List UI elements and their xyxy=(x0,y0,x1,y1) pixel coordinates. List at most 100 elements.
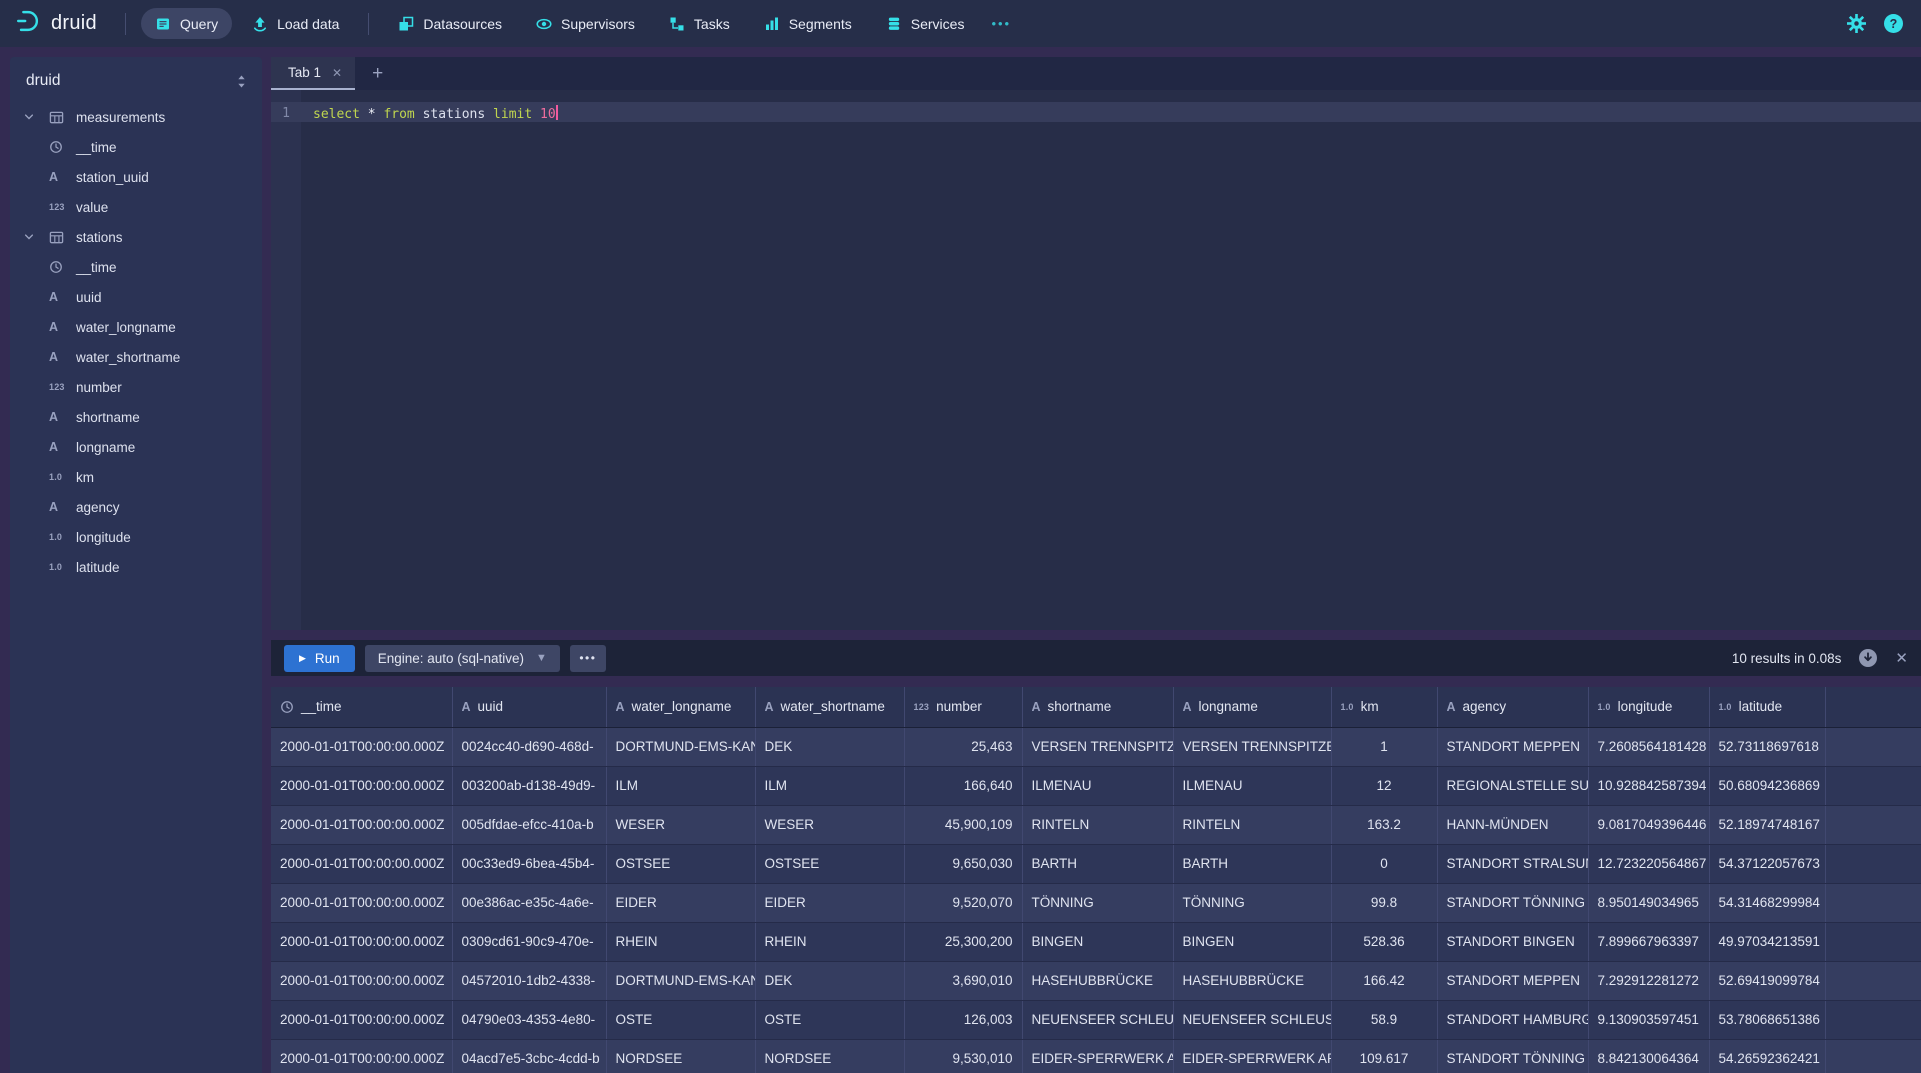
cell[interactable]: DEK xyxy=(755,727,904,766)
cell[interactable]: ILM xyxy=(606,766,755,805)
settings-gear-icon[interactable] xyxy=(1847,14,1866,33)
cell[interactable]: 3,690,010 xyxy=(904,961,1022,1000)
cell[interactable]: 2000-01-01T00:00:00.000Z xyxy=(271,922,452,961)
cell[interactable]: NEUENSEER SCHLEUSE xyxy=(1022,1000,1173,1039)
cell[interactable]: 53.78068651386 xyxy=(1709,1000,1825,1039)
cell[interactable]: TÖNNING xyxy=(1173,883,1331,922)
cell[interactable]: 9.130903597451 xyxy=(1588,1000,1709,1039)
cell[interactable]: 52.69419099784 xyxy=(1709,961,1825,1000)
download-icon[interactable] xyxy=(1858,648,1878,668)
cell[interactable]: DEK xyxy=(755,961,904,1000)
chevron-down-icon[interactable] xyxy=(23,111,49,123)
cell[interactable]: 7.2608564181428 xyxy=(1588,727,1709,766)
cell[interactable]: RINTELN xyxy=(1022,805,1173,844)
column-latitude[interactable]: 1.0latitude xyxy=(10,552,262,582)
nav-item-tasks[interactable]: Tasks xyxy=(655,8,744,39)
cell[interactable]: 0309cd61-90c9-470e- xyxy=(452,922,606,961)
tab-close-icon[interactable]: ✕ xyxy=(332,66,342,80)
cell[interactable]: VERSEN TRENNSPITZE xyxy=(1173,727,1331,766)
cell[interactable]: HASEHUBBRÜCKE xyxy=(1173,961,1331,1000)
cell[interactable]: 1 xyxy=(1331,727,1437,766)
cell[interactable]: 54.37122057673 xyxy=(1709,844,1825,883)
cell[interactable]: 9.0817049396446 xyxy=(1588,805,1709,844)
table-stations[interactable]: stations xyxy=(10,222,262,252)
cell[interactable]: 25,300,200 xyxy=(904,922,1022,961)
nav-item-segments[interactable]: Segments xyxy=(750,8,866,39)
cell[interactable]: STANDORT MEPPEN xyxy=(1437,727,1588,766)
cell[interactable]: 005dfdae-efcc-410a-b xyxy=(452,805,606,844)
cell[interactable]: 163.2 xyxy=(1331,805,1437,844)
cell[interactable]: NORDSEE xyxy=(755,1039,904,1073)
column-water_longname[interactable]: Awater_longname xyxy=(10,312,262,342)
column-shortname[interactable]: Ashortname xyxy=(10,402,262,432)
cell[interactable]: 8.842130064364 xyxy=(1588,1039,1709,1073)
cell[interactable]: EIDER xyxy=(606,883,755,922)
cell[interactable]: 7.899667963397 xyxy=(1588,922,1709,961)
column-value[interactable]: 123value xyxy=(10,192,262,222)
cell[interactable]: 52.73118697618 xyxy=(1709,727,1825,766)
cell[interactable]: RHEIN xyxy=(606,922,755,961)
column-longitude[interactable]: 1.0longitude xyxy=(10,522,262,552)
cell[interactable]: 9,520,070 xyxy=(904,883,1022,922)
cell[interactable]: DORTMUND-EMS-KANAL xyxy=(606,727,755,766)
nav-item-services[interactable]: Services xyxy=(872,8,979,39)
cell[interactable]: BARTH xyxy=(1173,844,1331,883)
cell[interactable]: STANDORT STRALSUND xyxy=(1437,844,1588,883)
cell[interactable]: 166.42 xyxy=(1331,961,1437,1000)
druid-logo[interactable]: druid xyxy=(14,7,97,40)
cell[interactable]: WESER xyxy=(606,805,755,844)
cell[interactable]: 7.292912281272 xyxy=(1588,961,1709,1000)
cell[interactable]: EIDER-SPERRWERK AP xyxy=(1022,1039,1173,1073)
cell[interactable]: HASEHUBBRÜCKE xyxy=(1022,961,1173,1000)
run-button[interactable]: ▶ Run xyxy=(284,645,355,672)
sql-editor[interactable]: 1 select * from stations limit 10 xyxy=(271,90,1921,630)
cell[interactable]: 00c33ed9-6bea-45b4- xyxy=(452,844,606,883)
cell[interactable]: 52.18974748167 xyxy=(1709,805,1825,844)
column-__time[interactable]: __time xyxy=(10,132,262,162)
cell[interactable]: 45,900,109 xyxy=(904,805,1022,844)
cell[interactable]: 2000-01-01T00:00:00.000Z xyxy=(271,844,452,883)
column-header-uuid[interactable]: Auuid xyxy=(452,687,606,727)
cell[interactable]: 126,003 xyxy=(904,1000,1022,1039)
column-header-water_shortname[interactable]: Awater_shortname xyxy=(755,687,904,727)
cell[interactable]: ILMENAU xyxy=(1173,766,1331,805)
cell[interactable]: WESER xyxy=(755,805,904,844)
cell[interactable]: NORDSEE xyxy=(606,1039,755,1073)
cell[interactable]: OSTSEE xyxy=(606,844,755,883)
cell[interactable]: 2000-01-01T00:00:00.000Z xyxy=(271,1039,452,1073)
nav-item-supervisors[interactable]: Supervisors xyxy=(522,8,649,39)
tab-1[interactable]: Tab 1 ✕ xyxy=(271,57,355,90)
cell[interactable]: BINGEN xyxy=(1173,922,1331,961)
column-header-km[interactable]: 1.0km xyxy=(1331,687,1437,727)
column-header-shortname[interactable]: Ashortname xyxy=(1022,687,1173,727)
cell[interactable]: STANDORT HAMBURG xyxy=(1437,1000,1588,1039)
cell[interactable]: 04572010-1db2-4338- xyxy=(452,961,606,1000)
cell[interactable]: RHEIN xyxy=(755,922,904,961)
cell[interactable]: 0 xyxy=(1331,844,1437,883)
cell[interactable]: ILMENAU xyxy=(1022,766,1173,805)
column-header-number[interactable]: 123number xyxy=(904,687,1022,727)
cell[interactable]: 2000-01-01T00:00:00.000Z xyxy=(271,1000,452,1039)
column-header-longitude[interactable]: 1.0longitude xyxy=(1588,687,1709,727)
cell[interactable]: HANN-MÜNDEN xyxy=(1437,805,1588,844)
cell[interactable]: 54.31468299984 xyxy=(1709,883,1825,922)
cell[interactable]: 109.617 xyxy=(1331,1039,1437,1073)
cell[interactable]: STANDORT MEPPEN xyxy=(1437,961,1588,1000)
cell[interactable]: 54.26592362421 xyxy=(1709,1039,1825,1073)
help-icon[interactable]: ? xyxy=(1884,14,1903,33)
cell[interactable]: 2000-01-01T00:00:00.000Z xyxy=(271,883,452,922)
cell[interactable]: ILM xyxy=(755,766,904,805)
nav-item-load-data[interactable]: Load data xyxy=(238,8,353,39)
cell[interactable]: BARTH xyxy=(1022,844,1173,883)
nav-item-query[interactable]: Query xyxy=(141,8,232,39)
query-more-button[interactable]: ••• xyxy=(570,645,606,672)
column-water_shortname[interactable]: Awater_shortname xyxy=(10,342,262,372)
cell[interactable]: OSTSEE xyxy=(755,844,904,883)
cell[interactable]: 99.8 xyxy=(1331,883,1437,922)
sort-columns-icon[interactable] xyxy=(235,74,248,89)
cell[interactable]: 25,463 xyxy=(904,727,1022,766)
cell[interactable]: 00e386ac-e35c-4a6e- xyxy=(452,883,606,922)
column-longname[interactable]: Alongname xyxy=(10,432,262,462)
cell[interactable]: STANDORT BINGEN xyxy=(1437,922,1588,961)
cell[interactable]: 2000-01-01T00:00:00.000Z xyxy=(271,805,452,844)
